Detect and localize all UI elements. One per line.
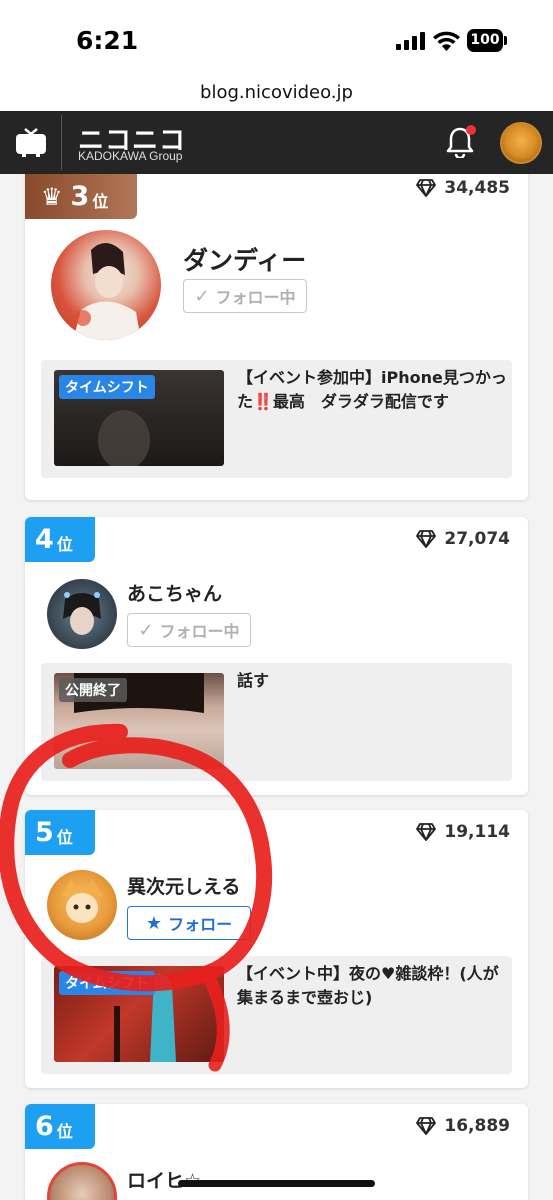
program-title[interactable]: 話す [237,669,507,693]
star-icon: ★ [145,912,163,934]
rank-badge: 6 位 [25,1104,95,1149]
program-thumbnail[interactable]: 公開終了 [54,673,224,769]
ranking-card[interactable]: 4 位 27,074 あこちゃん ✓ フォロー中 公開終了 話す [25,517,528,795]
site-header: ニコニコ KADOKAWA Group [0,111,553,174]
status-time: 6:21 [76,26,139,55]
following-button[interactable]: ✓ フォロー中 [127,613,251,647]
battery-icon: 100 [467,29,507,52]
gift-points: 27,074 [416,529,510,549]
status-bar: 6:21 100 [0,0,553,80]
program-item[interactable]: タイムシフト 【イベント参加中】iPhone見つかった‼️最高 ダラダラ配信です [41,360,512,478]
battery-level: 100 [467,29,503,52]
streamer-name[interactable]: 異次元しえる [127,872,240,899]
streamer-avatar[interactable] [47,579,117,649]
follow-button[interactable]: ★ フォロー [127,906,251,940]
site-logo-sub: KADOKAWA Group [78,149,183,163]
wifi-icon [433,31,460,51]
ranking-card[interactable]: ♛ 3 位 34,485 ダンディー ✓ フォロー中 タイムシフト 【イベント参… [25,174,528,500]
timeshift-tag: タイムシフト [59,971,155,995]
rank-badge: 4 位 [25,517,95,562]
notification-badge [466,125,476,135]
crown-icon: ♛ [41,182,63,211]
rank-badge: 5 位 [25,810,95,855]
streamer-avatar[interactable] [51,230,161,340]
streamer-avatar[interactable] [47,870,117,940]
program-title[interactable]: 【イベント参加中】iPhone見つかった‼️最高 ダラダラ配信です [237,366,507,414]
streamer-name[interactable]: ダンディー [183,241,306,277]
cellular-signal-icon [396,32,425,50]
streamer-name[interactable]: あこちゃん [127,579,222,606]
gift-points: 34,485 [416,178,510,198]
ranking-feed: ♛ 3 位 34,485 ダンディー ✓ フォロー中 タイムシフト 【イベント参… [0,174,553,1200]
check-icon: ✓ [138,619,154,641]
gem-icon [416,179,437,197]
program-thumbnail[interactable]: タイムシフト [54,370,224,466]
ended-tag: 公開終了 [59,678,127,702]
gem-icon [416,530,437,548]
program-thumbnail[interactable]: タイムシフト [54,966,224,1062]
user-avatar[interactable] [500,122,542,164]
niconico-tv-icon[interactable] [15,127,47,157]
home-indicator [178,1180,375,1187]
ranking-card[interactable]: 5 位 19,114 異次元しえる ★ フォロー タイムシフト 【イベント中】夜… [25,810,528,1088]
program-item[interactable]: 公開終了 話す [41,663,512,781]
gift-points: 16,889 [416,1116,510,1136]
program-item[interactable]: タイムシフト 【イベント中】夜の♥雑談枠！(人が集まるまで壺おじ) [41,956,512,1074]
streamer-avatar[interactable] [47,1162,117,1200]
gem-icon [416,1117,437,1135]
rank-badge: ♛ 3 位 [25,174,137,219]
check-icon: ✓ [194,285,210,307]
timeshift-tag: タイムシフト [59,375,155,399]
following-button[interactable]: ✓ フォロー中 [183,279,307,313]
program-title[interactable]: 【イベント中】夜の♥雑談枠！(人が集まるまで壺おじ) [237,962,507,1010]
gem-icon [416,823,437,841]
url-bar[interactable]: blog.nicovideo.jp [0,80,553,111]
gift-points: 19,114 [416,822,510,842]
